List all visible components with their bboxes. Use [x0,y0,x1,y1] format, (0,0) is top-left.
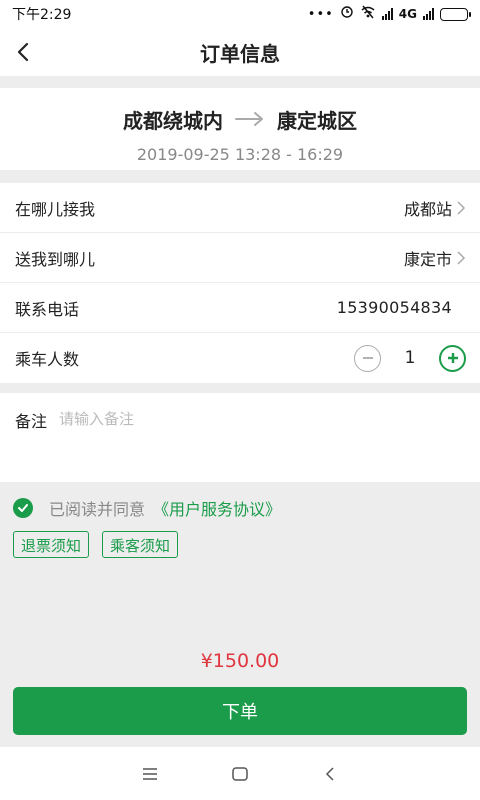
plus-icon [447,353,458,363]
status-time: 下午2:29 [12,7,72,23]
route-card: 成都绕城内 康定城区 2019-09-25 13:28 - 16:29 [0,88,480,170]
battery-icon [440,7,471,21]
route-from: 成都绕城内 [123,109,223,133]
dropoff-value: 康定市 [403,249,452,269]
passengers-row: 乘车人数 1 [0,333,480,383]
increase-button[interactable] [439,344,466,372]
notice-buttons: 退票须知 乘客须知 [13,531,179,558]
status-icons: ••• 4G [307,5,471,23]
agreement-text: 已阅读并同意 [49,500,146,519]
agreement-link[interactable]: 《用户服务协议》 [153,496,281,520]
back-button[interactable] [10,38,38,66]
back-triangle-icon [325,766,334,781]
system-back-button[interactable] [316,760,344,788]
menu-button[interactable] [136,760,164,788]
pickup-value: 成都站 [403,199,452,219]
decrease-button[interactable] [354,344,381,372]
minus-icon [362,357,373,359]
passenger-count: 1 [404,348,416,368]
chevron-right-icon [457,250,466,265]
check-circle-icon[interactable] [13,498,33,518]
agreement-row: 已阅读并同意 《用户服务协议》 [13,496,281,520]
refund-notice-button[interactable]: 退票须知 [13,531,90,558]
home-square-icon [232,766,248,781]
page-title: 订单信息 [200,41,280,66]
status-dots: ••• [307,6,334,22]
status-bar: 下午2:29 ••• 4G [0,0,480,28]
signal-icon [381,8,393,20]
dropoff-label: 送我到哪儿 [15,249,96,269]
wifi-off-icon [360,5,376,23]
route-time: 2019-09-25 13:28 - 16:29 [136,145,344,164]
phone-label: 联系电话 [15,299,80,319]
menu-icon [143,767,157,780]
chevron-right-icon [457,200,466,215]
home-button[interactable] [226,760,254,788]
remark-label: 备注 [15,412,48,431]
pickup-label: 在哪儿接我 [15,199,96,219]
dropoff-row[interactable]: 送我到哪儿 康定市 [0,233,480,283]
system-nav-bar [0,747,480,800]
phone-row: 联系电话 15390054834 [0,283,480,333]
route-line: 成都绕城内 康定城区 [0,88,480,134]
total-price: ¥150.00 [200,650,280,672]
pickup-value-group: 成都站 [404,196,466,220]
passenger-stepper: 1 [354,344,466,372]
remark-card: 备注 [0,393,480,482]
order-form: 在哪儿接我 成都站 送我到哪儿 康定市 联系电话 15390054834 乘车人… [0,183,480,383]
alarm-icon [340,5,354,23]
pickup-row[interactable]: 在哪儿接我 成都站 [0,183,480,233]
route-to: 康定城区 [277,109,357,133]
phone-value: 15390054834 [336,298,452,317]
chevron-left-icon [17,42,29,62]
passenger-notice-button[interactable]: 乘客须知 [102,531,179,558]
remark-input[interactable] [59,408,465,430]
network-label: 4G [398,7,417,21]
dropoff-value-group: 康定市 [404,246,466,270]
place-order-button[interactable]: 下单 [13,687,467,735]
nav-bar: 订单信息 [0,28,480,76]
passengers-label: 乘车人数 [15,350,80,369]
arrow-right-icon [235,108,265,132]
signal-icon-2 [423,8,434,20]
